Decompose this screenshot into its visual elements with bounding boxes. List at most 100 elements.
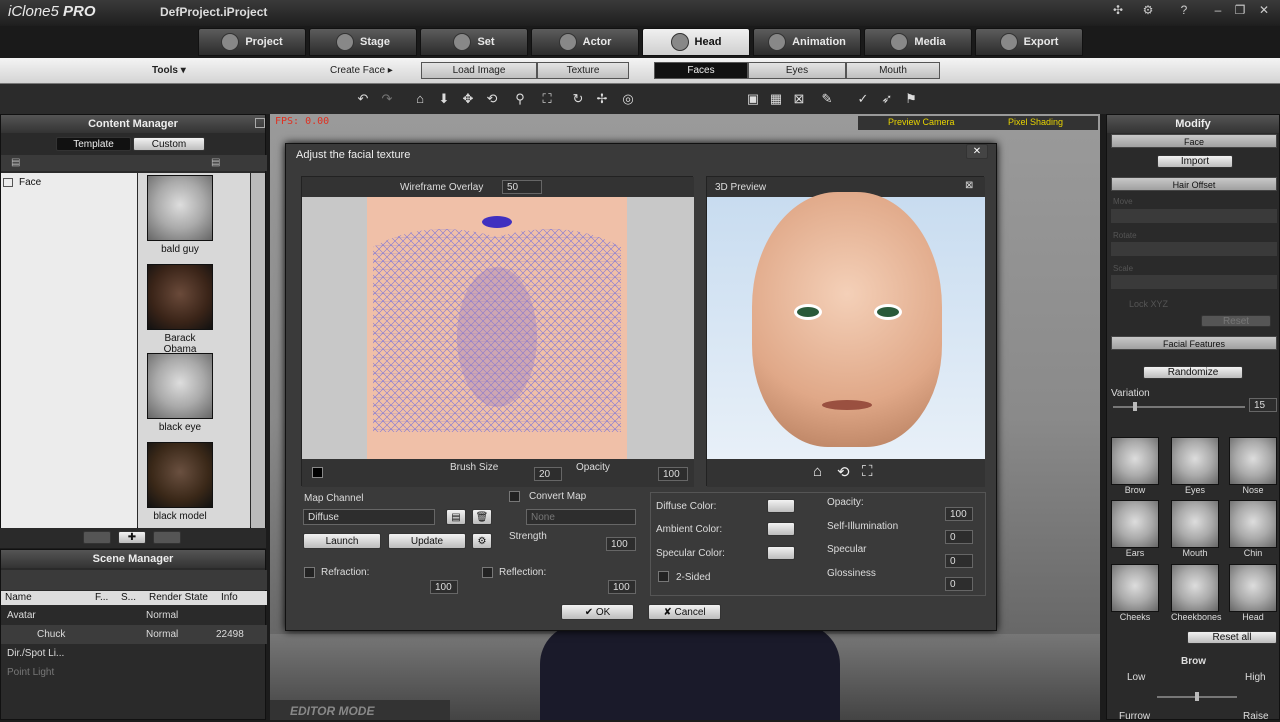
col-name[interactable]: Name xyxy=(5,592,32,603)
diffuse-color-swatch[interactable] xyxy=(767,499,795,513)
maximize-icon[interactable]: ⊠ xyxy=(965,180,973,191)
map-channel-select[interactable]: Diffuse xyxy=(303,509,435,525)
table-row[interactable]: Dir./Spot Li... xyxy=(1,644,267,663)
feature-brow[interactable]: Brow xyxy=(1111,437,1159,495)
folder-icon[interactable]: ▤ xyxy=(11,157,20,168)
feature-eyes[interactable]: Eyes xyxy=(1171,437,1219,495)
undo-icon[interactable]: ↶ xyxy=(356,92,370,106)
zoom-extents-icon[interactable]: ⛶ xyxy=(862,463,873,480)
content-item[interactable]: black eye xyxy=(147,353,213,433)
preview-camera-menu[interactable]: Preview Camera xyxy=(888,117,955,127)
brush-icon[interactable]: ✎ xyxy=(820,92,834,106)
frame-icon[interactable]: ⛶ xyxy=(540,92,554,106)
feature-mouth[interactable]: Mouth xyxy=(1171,500,1219,558)
feature-nose[interactable]: Nose xyxy=(1229,437,1277,495)
rotate-icon[interactable]: ⟲ xyxy=(837,463,850,481)
reflection-field[interactable]: 100 xyxy=(608,580,636,594)
dxm-icon[interactable]: ✣ xyxy=(1110,3,1126,17)
motion-icon[interactable]: ➶ xyxy=(880,92,894,106)
reset-all-button[interactable]: Reset all xyxy=(1187,631,1277,644)
col-render-state[interactable]: Render State xyxy=(149,592,208,603)
face-section-header[interactable]: Face xyxy=(1111,134,1277,148)
next-button[interactable] xyxy=(153,531,181,544)
col-s[interactable]: S... xyxy=(121,592,136,603)
faces-button[interactable]: Faces xyxy=(654,62,748,79)
load-image-button[interactable]: Load Image xyxy=(421,62,537,79)
randomize-button[interactable]: Randomize xyxy=(1143,366,1243,379)
reset-button[interactable]: Reset xyxy=(1201,315,1271,327)
content-scrollbar[interactable] xyxy=(251,173,265,529)
open-folder-button[interactable]: ▤ xyxy=(446,509,466,525)
variation-field[interactable]: 15 xyxy=(1249,398,1277,412)
tab-set[interactable]: Set xyxy=(420,28,528,56)
convert-map-select[interactable]: None xyxy=(526,509,636,525)
strength-field[interactable]: 100 xyxy=(606,537,636,551)
close-icon[interactable]: ✕ xyxy=(966,144,988,159)
reflection-checkbox[interactable] xyxy=(482,567,493,578)
brush-size-field[interactable]: 20 xyxy=(534,467,562,481)
wireframe-overlay-field[interactable]: 50 xyxy=(502,180,542,194)
tab-project[interactable]: Project xyxy=(198,28,306,56)
refraction-checkbox[interactable] xyxy=(304,567,315,578)
tab-head[interactable]: Head xyxy=(642,28,750,56)
zoom-icon[interactable]: ⚲ xyxy=(513,92,527,106)
ok-button[interactable]: ✔ OK xyxy=(561,604,634,620)
content-item[interactable]: Barack Obama xyxy=(147,264,213,355)
gear-icon[interactable]: ⚙ xyxy=(1140,3,1156,17)
tab-export[interactable]: Export xyxy=(975,28,1083,56)
col-info[interactable]: Info xyxy=(221,592,238,603)
reset-view-icon[interactable]: ◎ xyxy=(621,92,635,106)
help-icon[interactable]: ? xyxy=(1176,3,1192,17)
preview-canvas[interactable] xyxy=(707,192,985,459)
brow-slider[interactable] xyxy=(1157,692,1237,701)
prev-button[interactable] xyxy=(83,531,111,544)
table-row[interactable]: Avatar Normal xyxy=(1,606,267,625)
specular-field[interactable]: 0 xyxy=(945,554,973,568)
rotate-icon[interactable]: ⟲ xyxy=(485,92,499,106)
feature-head[interactable]: Head xyxy=(1229,564,1277,622)
custom-tab[interactable]: Custom xyxy=(133,137,205,151)
opacity-field[interactable]: 100 xyxy=(658,467,688,481)
feature-cheekbones[interactable]: Cheekbones xyxy=(1171,564,1222,622)
restore-icon[interactable]: ❐ xyxy=(1232,3,1248,17)
two-sided-checkbox[interactable] xyxy=(658,571,669,582)
collapse-icon[interactable] xyxy=(255,118,265,128)
flag-icon[interactable]: ⚑ xyxy=(904,92,918,106)
minimize-icon[interactable]: – xyxy=(1210,3,1226,17)
grid-icon[interactable]: ▦ xyxy=(769,92,783,106)
viewport-icon[interactable]: ▣ xyxy=(746,92,760,106)
cancel-button[interactable]: ✘ Cancel xyxy=(648,604,721,620)
feature-ears[interactable]: Ears xyxy=(1111,500,1159,558)
close-icon[interactable]: ✕ xyxy=(1256,3,1272,17)
tab-stage[interactable]: Stage xyxy=(309,28,417,56)
specular-color-swatch[interactable] xyxy=(767,546,795,560)
redo-icon[interactable]: ↷ xyxy=(380,92,394,106)
update-button[interactable]: Update xyxy=(388,533,466,549)
view-icon[interactable]: ▤ xyxy=(211,157,220,168)
variation-slider[interactable] xyxy=(1113,402,1245,411)
pixel-shading-menu[interactable]: Pixel Shading xyxy=(1008,117,1063,127)
add-button[interactable]: ✚ xyxy=(118,531,146,544)
orbit-icon[interactable]: ↻ xyxy=(571,92,585,106)
self-illumination-field[interactable]: 0 xyxy=(945,530,973,544)
glossiness-field[interactable]: 0 xyxy=(945,577,973,591)
mouth-button[interactable]: Mouth xyxy=(846,62,940,79)
pan-icon[interactable]: ✢ xyxy=(595,92,609,106)
create-face-menu[interactable]: Create Face ▸ xyxy=(330,65,393,76)
content-item[interactable]: bald guy xyxy=(147,175,213,255)
home-icon[interactable]: ⌂ xyxy=(813,463,822,480)
convert-map-checkbox[interactable] xyxy=(509,491,520,502)
feature-cheeks[interactable]: Cheeks xyxy=(1111,564,1159,622)
template-tab[interactable]: Template xyxy=(56,137,131,151)
tab-animation[interactable]: Animation xyxy=(753,28,861,56)
delete-button[interactable]: 🗑 xyxy=(472,509,492,525)
color-swatch[interactable] xyxy=(312,467,323,478)
settings-button[interactable]: ⚙ xyxy=(472,533,492,549)
home-icon[interactable]: ⌂ xyxy=(413,92,427,106)
mat-opacity-field[interactable]: 100 xyxy=(945,507,973,521)
refraction-field[interactable]: 100 xyxy=(430,580,458,594)
eyes-button[interactable]: Eyes xyxy=(748,62,846,79)
move-icon[interactable]: ✥ xyxy=(461,92,475,106)
texture-canvas[interactable] xyxy=(302,197,694,459)
import-button[interactable]: Import xyxy=(1157,155,1233,168)
